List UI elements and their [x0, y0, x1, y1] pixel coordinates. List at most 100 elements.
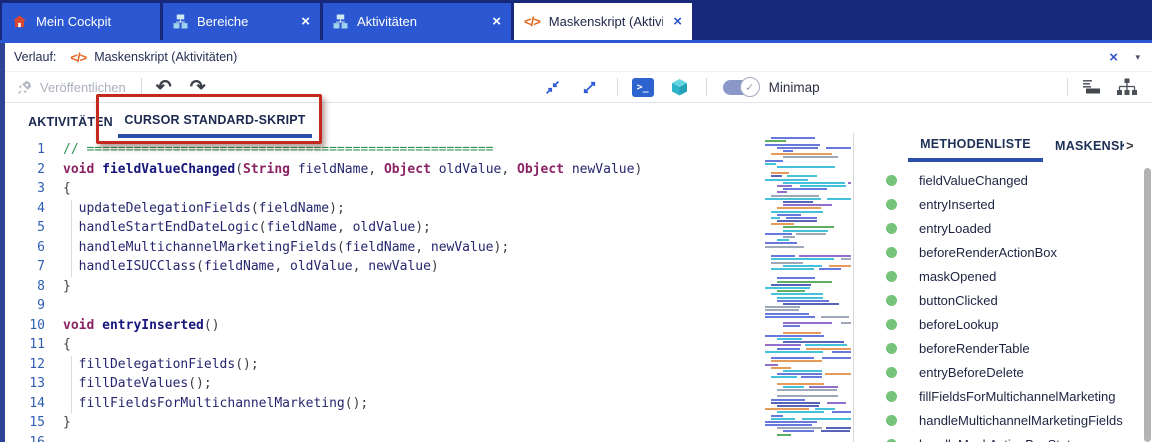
script-list-button[interactable]: [1082, 78, 1104, 96]
method-status-dot: [886, 391, 897, 402]
method-name: handleMultichannelMarketingFields: [919, 413, 1123, 428]
method-name: fillFieldsForMultichannelMarketing: [919, 389, 1116, 404]
line-number: 3: [9, 179, 45, 199]
code-line: 3{: [5, 179, 762, 199]
method-status-dot: [886, 343, 897, 354]
code-editor[interactable]: 1// ====================================…: [5, 140, 762, 442]
toggle-check-icon: ✓: [740, 77, 760, 97]
code-icon: </>: [70, 50, 86, 65]
tab-label: Aktivitäten: [357, 14, 482, 29]
console-button[interactable]: >_: [632, 78, 654, 97]
method-status-dot: [886, 367, 897, 378]
method-item[interactable]: beforeRenderActionBox: [862, 240, 1144, 264]
minimap-toggle-label: Minimap: [769, 80, 820, 95]
line-number: 1: [9, 140, 45, 160]
chevron-right-icon[interactable]: >: [1126, 138, 1134, 153]
code-line: 8}: [5, 277, 762, 297]
method-item[interactable]: entryInserted: [862, 192, 1144, 216]
code-line: 15}: [5, 413, 762, 433]
tab-aktivitaeten[interactable]: Aktivitäten ×: [323, 3, 511, 40]
line-number: 2: [9, 160, 45, 180]
method-name: beforeRenderTable: [919, 341, 1030, 356]
indent-guide: [71, 356, 72, 414]
method-status-dot: [886, 415, 897, 426]
code-line: 14 fillFieldsForMultichannelMarketing();: [5, 394, 762, 414]
close-icon[interactable]: ×: [492, 14, 501, 29]
method-item[interactable]: fillFieldsForMultichannelMarketing: [862, 384, 1144, 408]
history-label: Verlauf:: [14, 50, 56, 64]
method-item[interactable]: entryLoaded: [862, 216, 1144, 240]
method-item[interactable]: buttonClicked: [862, 288, 1144, 312]
method-item[interactable]: handleMultichannelMarketingFields: [862, 408, 1144, 432]
method-panel: METHODENLISTE MASKENSK > fieldValueChang…: [862, 103, 1152, 442]
panel-tab-label: METHODENLISTE: [920, 137, 1031, 151]
method-item[interactable]: beforeRenderTable: [862, 336, 1144, 360]
method-item[interactable]: entryBeforeDelete: [862, 360, 1144, 384]
line-number: 8: [9, 277, 45, 297]
method-status-dot: [886, 175, 897, 186]
main-tab-bar: Mein Cockpit Bereiche × Aktivitäten × </…: [0, 0, 1152, 40]
method-item[interactable]: beforeLookup: [862, 312, 1144, 336]
panel-divider: [853, 133, 854, 442]
expand-button[interactable]: [581, 79, 598, 96]
method-item[interactable]: maskOpened: [862, 264, 1144, 288]
module-icon: [173, 14, 188, 29]
line-number: 9: [9, 296, 45, 316]
redo-icon: ↷: [190, 78, 206, 97]
method-name: handleMaskActionBoxState: [919, 437, 1078, 442]
line-number: 5: [9, 218, 45, 238]
code-line: 13 fillDateValues();: [5, 374, 762, 394]
collapse-button[interactable]: [544, 79, 561, 96]
app-window: Mein Cockpit Bereiche × Aktivitäten × </…: [0, 0, 1152, 442]
close-icon[interactable]: ×: [673, 14, 682, 29]
code-line: 10void entryInserted(): [5, 316, 762, 336]
cube-icon: [670, 78, 689, 97]
redo-button[interactable]: ↷: [190, 78, 206, 97]
minimap-toggle[interactable]: ✓: [723, 80, 757, 95]
code-line: 5 handleStartEndDateLogic(fieldName, old…: [5, 218, 762, 238]
history-bar: Verlauf: </> Maskenskript (Aktivitäten) …: [5, 43, 1152, 72]
tab-maskenskript[interactable]: </> Maskenskript (Aktivit... ×: [514, 3, 692, 40]
separator: [617, 78, 618, 96]
method-status-dot: [886, 439, 897, 442]
object-model-button[interactable]: [670, 78, 689, 97]
close-icon[interactable]: ×: [1109, 49, 1118, 66]
indent-guide: [71, 200, 72, 277]
method-name: entryLoaded: [919, 221, 991, 236]
collapse-icon: [544, 79, 561, 96]
close-icon[interactable]: ×: [301, 14, 310, 29]
tab-cursor-standard-skript[interactable]: CURSOR STANDARD-SKRIPT: [118, 105, 312, 138]
minimap[interactable]: [763, 134, 851, 442]
publish-label: Veröffentlichen: [40, 80, 126, 95]
publish-button[interactable]: Veröffentlichen: [16, 79, 126, 96]
module-icon: [333, 14, 348, 29]
code-line: 2void fieldValueChanged(String fieldName…: [5, 160, 762, 180]
code-line: 1// ====================================…: [5, 140, 762, 160]
method-item[interactable]: handleMaskActionBoxState: [862, 432, 1144, 442]
code-line: 9: [5, 296, 762, 316]
method-status-dot: [886, 319, 897, 330]
tab-mein-cockpit[interactable]: Mein Cockpit: [2, 3, 160, 40]
undo-button[interactable]: ↶: [156, 78, 172, 97]
code-icon: </>: [524, 14, 540, 29]
line-number: 14: [9, 394, 45, 414]
code-line: 11{: [5, 335, 762, 355]
method-name: maskOpened: [919, 269, 996, 284]
method-name: entryInserted: [919, 197, 995, 212]
code-line: 16: [5, 433, 762, 442]
tab-maskenskript-panel[interactable]: MASKENSK: [1055, 130, 1124, 162]
method-item[interactable]: fieldValueChanged: [862, 168, 1144, 192]
method-list: fieldValueChanged entryInserted entryLoade…: [862, 168, 1144, 442]
history-item[interactable]: Maskenskript (Aktivitäten): [94, 50, 237, 64]
panel-scrollbar[interactable]: [1144, 168, 1151, 442]
tab-bereiche[interactable]: Bereiche ×: [163, 3, 320, 40]
tab-label: Bereiche: [197, 14, 291, 29]
panel-tab-label: MASKENSK: [1055, 139, 1124, 153]
tab-methodenliste[interactable]: METHODENLISTE: [908, 130, 1043, 162]
chevron-down-icon[interactable]: ▾: [1135, 52, 1140, 63]
editor-toolbar: Veröffentlichen ↶ ↷ >_ ✓ Minimap: [5, 72, 1152, 103]
tab-aktivitaeten-script[interactable]: AKTIVITÄTEN: [23, 105, 118, 138]
code-line: 4 updateDelegationFields(fieldName);: [5, 199, 762, 219]
hierarchy-button[interactable]: [1116, 78, 1138, 96]
code-line: 6 handleMultichannelMarketingFields(fiel…: [5, 238, 762, 258]
